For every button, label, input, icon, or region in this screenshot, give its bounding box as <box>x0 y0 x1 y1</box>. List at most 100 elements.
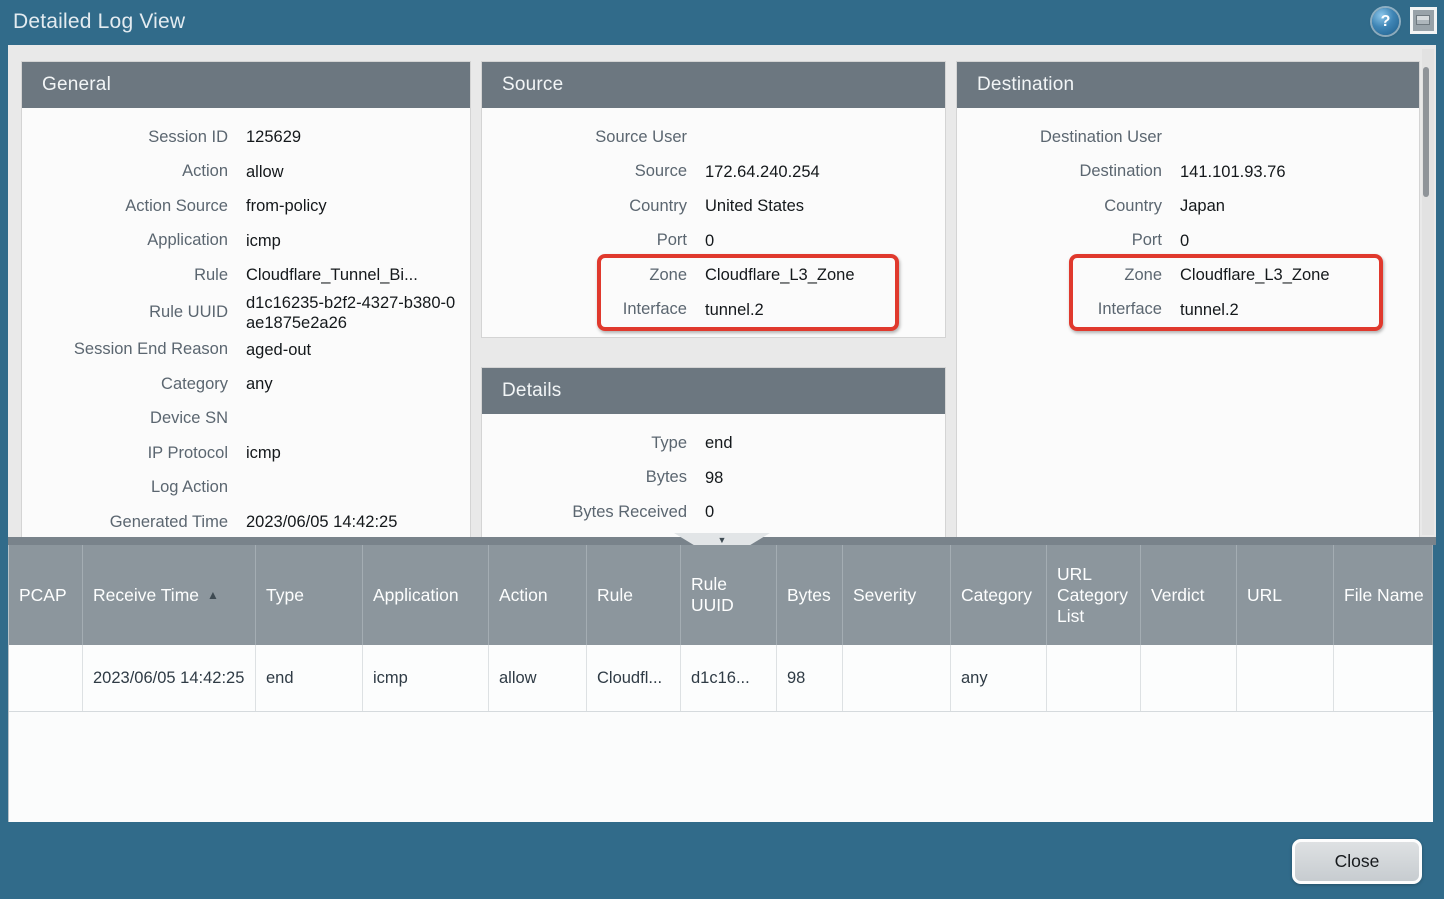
column-header-label: URL <box>1247 585 1282 606</box>
field-value: 0 <box>705 231 945 251</box>
log-table-cell <box>1141 645 1237 711</box>
log-table-cell <box>1237 645 1334 711</box>
field-row: Session End Reason aged-out <box>22 333 470 368</box>
column-header-label: Rule <box>597 585 633 606</box>
column-header-label: Action <box>499 585 548 606</box>
field-value: Cloudflare_Tunnel_Bi... <box>246 265 470 285</box>
column-header-receive-time[interactable]: Receive Time ▲ <box>83 545 256 645</box>
field-label: Type <box>482 434 687 453</box>
field-label: Country <box>957 197 1162 216</box>
field-value: icmp <box>246 231 470 251</box>
column-header-category[interactable]: Category <box>951 545 1047 645</box>
column-header-label: Receive Time <box>93 585 199 606</box>
field-row: Interfacetunnel.2 <box>957 293 1419 328</box>
help-icon[interactable]: ? <box>1372 8 1399 35</box>
field-value: 2023/06/05 14:42:25 <box>246 512 470 532</box>
log-table-header-row: PCAP Receive Time ▲ Type Application Action Ru… <box>9 545 1433 645</box>
maximize-window-icon[interactable] <box>1410 7 1437 34</box>
log-table-cell: icmp <box>363 645 489 711</box>
field-row: Typeend <box>482 426 945 461</box>
field-row: Source User <box>482 120 945 155</box>
column-header-rule[interactable]: Rule <box>587 545 681 645</box>
dialog-title: Detailed Log View <box>13 10 185 34</box>
field-row: Rule Cloudflare_Tunnel_Bi... <box>22 258 470 293</box>
field-label: Source <box>482 162 687 181</box>
field-row: Categoryany <box>22 367 470 402</box>
field-label: IP Protocol <box>22 444 228 463</box>
title-bar: Detailed Log View ? <box>0 0 1444 45</box>
general-panel-body: Session ID125629Actionallow Action Source… <box>22 108 470 540</box>
column-header-url-category-list[interactable]: URL Category List <box>1047 545 1141 645</box>
column-header-label: Rule UUID <box>691 574 770 616</box>
column-header-type[interactable]: Type <box>256 545 363 645</box>
field-label: Generated Time <box>22 513 228 532</box>
field-value: end <box>705 433 945 453</box>
field-label: Category <box>22 375 228 394</box>
field-value: Japan <box>1180 196 1419 216</box>
general-panel-header: General <box>22 62 470 108</box>
column-header-action[interactable]: Action <box>489 545 587 645</box>
field-label: Zone <box>482 266 687 285</box>
field-label: Action Source <box>22 197 228 216</box>
field-label: Source User <box>482 128 687 147</box>
column-header-url[interactable]: URL <box>1237 545 1334 645</box>
column-header-severity[interactable]: Severity <box>843 545 951 645</box>
log-table-body: 2023/06/05 14:42:25endicmpallowCloudfl..… <box>9 645 1433 712</box>
column-header-label: Application <box>373 585 459 606</box>
column-header-label: Bytes <box>787 585 831 606</box>
column-header-pcap[interactable]: PCAP <box>9 545 83 645</box>
field-row: Applicationicmp <box>22 224 470 259</box>
field-label: Device SN <box>22 409 228 428</box>
log-table-cell <box>1047 645 1141 711</box>
log-table-cell: allow <box>489 645 587 711</box>
field-row: Country Japan <box>957 189 1419 224</box>
field-row: Port0 <box>957 224 1419 259</box>
column-header-application[interactable]: Application <box>363 545 489 645</box>
vertical-scrollbar-thumb[interactable] <box>1423 67 1429 197</box>
field-label: Country <box>482 197 687 216</box>
field-value: aged-out <box>246 340 470 360</box>
source-panel-header: Source <box>482 62 945 108</box>
field-row: Interfacetunnel.2 <box>482 293 945 328</box>
source-panel: Source Source User Source 172.64.240.254 Co… <box>482 62 945 337</box>
field-label: Session End Reason <box>22 340 228 359</box>
field-label: Zone <box>957 266 1162 285</box>
field-row: Log Action <box>22 471 470 506</box>
log-table-cell <box>1334 645 1433 711</box>
column-header-bytes[interactable]: Bytes <box>777 545 843 645</box>
sort-ascending-icon: ▲ <box>207 585 219 606</box>
log-table-cell: 98 <box>777 645 843 711</box>
source-panel-body: Source User Source 172.64.240.254 Country Un… <box>482 108 945 327</box>
field-value: allow <box>246 162 470 182</box>
destination-panel-body: Destination User Destination 141.101.93.76… <box>957 108 1419 327</box>
field-value: 172.64.240.254 <box>705 162 945 182</box>
field-value: Cloudflare_L3_Zone <box>1180 265 1419 285</box>
destination-panel-header: Destination <box>957 62 1419 108</box>
field-row: Generated Time 2023/06/05 14:42:25 <box>22 505 470 540</box>
field-value: 0 <box>1180 231 1419 251</box>
column-header-label: Category <box>961 585 1032 606</box>
field-label: Bytes Received <box>482 503 687 522</box>
close-button[interactable]: Close <box>1292 839 1422 884</box>
field-value: Cloudflare_L3_Zone <box>705 265 945 285</box>
field-value: United States <box>705 196 945 216</box>
column-header-file-name[interactable]: File Name <box>1334 545 1433 645</box>
log-table-row[interactable]: 2023/06/05 14:42:25endicmpallowCloudfl..… <box>9 645 1433 712</box>
column-header-label: PCAP <box>19 585 67 606</box>
vertical-scrollbar-track[interactable] <box>1422 49 1434 535</box>
field-row: Actionallow <box>22 155 470 190</box>
field-label: Destination <box>957 162 1162 181</box>
field-label: Rule UUID <box>22 303 228 322</box>
field-value: 141.101.93.76 <box>1180 162 1419 182</box>
field-label: Interface <box>957 300 1162 319</box>
column-header-label: URL Category List <box>1057 564 1134 627</box>
log-table-cell: 2023/06/05 14:42:25 <box>83 645 256 711</box>
field-label: Rule <box>22 266 228 285</box>
column-header-verdict[interactable]: Verdict <box>1141 545 1237 645</box>
field-row: Session ID125629 <box>22 120 470 155</box>
details-panel: Details TypeendBytes98Bytes Received0 <box>482 368 945 540</box>
field-label: Destination User <box>957 128 1162 147</box>
column-header-rule-uuid[interactable]: Rule UUID <box>681 545 777 645</box>
field-label: Log Action <box>22 478 228 497</box>
field-row: Destination User <box>957 120 1419 155</box>
